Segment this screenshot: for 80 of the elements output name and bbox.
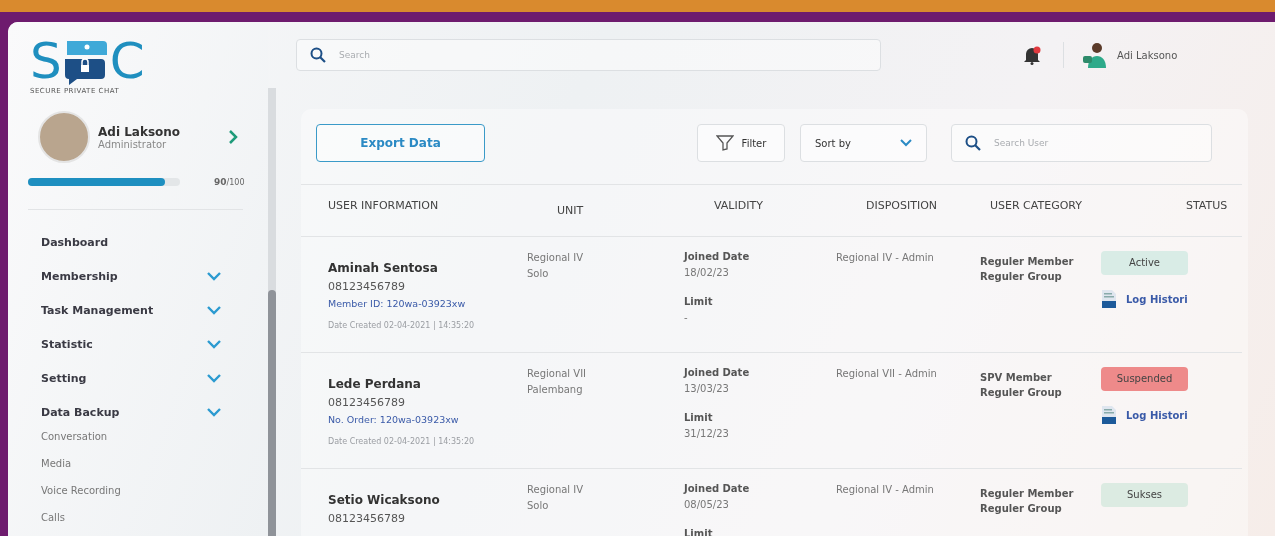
disposition-text: Regional IV - Admin <box>836 483 935 497</box>
user-name-text: Setio Wicaksono <box>328 493 441 507</box>
log-history-link[interactable]: Log Histori <box>1101 289 1242 309</box>
profile-role: Administrator <box>98 138 168 150</box>
sort-dropdown[interactable]: Sort by <box>800 124 927 162</box>
funnel-icon <box>715 135 734 151</box>
phone-text: 08123456789 <box>328 512 406 525</box>
logo-letter: S <box>30 36 62 86</box>
user-name-text: Aminah Sentosa <box>328 261 439 275</box>
column-header: STATUS <box>1185 198 1229 214</box>
chevron-down-icon <box>900 139 912 147</box>
unit-text: Regional IV <box>527 483 585 497</box>
sidebar-item[interactable]: Setting <box>28 361 221 395</box>
category-text: Reguler Group <box>980 386 1063 400</box>
sidebar-item[interactable]: Task Management <box>28 293 221 327</box>
log-history-link[interactable]: Log Histori <box>1101 405 1242 425</box>
user-name[interactable]: Adi Laksono <box>1117 49 1178 61</box>
phone-text: 08123456789 <box>328 280 406 293</box>
limit-value: - <box>684 311 689 325</box>
member-id-text: No. Order: 120wa-03923xw <box>328 414 460 425</box>
category-text: Reguler Group <box>980 270 1063 284</box>
chevron-down-icon <box>207 339 221 349</box>
column-header: DISPOSITION <box>866 198 939 214</box>
unit-text: Regional IV <box>527 251 585 265</box>
user-name-text: Lede Perdana <box>328 377 422 391</box>
limit-label: Limit <box>684 295 714 309</box>
unit-text: Palembang <box>527 383 584 397</box>
unit-text: Solo <box>527 267 550 281</box>
search-icon <box>310 47 326 63</box>
search-icon <box>965 135 981 151</box>
disposition-text: Regional IV - Admin <box>836 251 935 265</box>
sidebar-item[interactable]: Membership <box>28 259 221 293</box>
joined-date-label: Joined Date <box>684 366 751 380</box>
chevron-down-icon <box>207 305 221 315</box>
unit-text: Regional VII <box>527 367 588 381</box>
column-header: VALIDITY <box>714 198 764 214</box>
export-data-button[interactable]: Export Data <box>316 124 485 162</box>
column-header: USER INFORMATION <box>328 198 440 214</box>
joined-date-value: 08/05/23 <box>684 498 730 512</box>
joined-date-value: 18/02/23 <box>684 266 730 280</box>
date-created-text: Date Created 02-04-2021 | 14:35:20 <box>328 437 476 446</box>
column-header: UNIT <box>557 203 585 219</box>
chevron-right-icon[interactable] <box>228 129 238 145</box>
status-badge: Sukses <box>1101 483 1188 507</box>
status-badge: Active <box>1101 251 1188 275</box>
document-icon <box>1101 289 1117 309</box>
chevron-down-icon <box>207 407 221 417</box>
bell-icon[interactable] <box>1023 45 1041 65</box>
sidebar-item[interactable]: Dashboard <box>28 225 221 259</box>
avatar-photo-placeholder <box>38 111 90 163</box>
logo-letter: C <box>109 36 145 86</box>
limit-value: 31/12/23 <box>684 427 730 441</box>
sidebar-subitem[interactable]: Media <box>28 450 268 477</box>
scrollbar-thumb[interactable] <box>268 290 276 536</box>
phone-text: 08123456789 <box>328 396 406 409</box>
sidebar-subitem[interactable]: Calls <box>28 504 268 531</box>
sidebar-subitem[interactable]: Voice Recording <box>28 477 268 504</box>
score-text: 90/100 <box>214 177 245 187</box>
unit-text: Solo <box>527 499 550 513</box>
filter-button[interactable]: Filter <box>697 124 785 162</box>
joined-date-label: Joined Date <box>684 250 751 264</box>
category-text: Reguler Member <box>980 255 1075 269</box>
search-user-field[interactable]: Search User <box>951 124 1212 162</box>
joined-date-label: Joined Date <box>684 482 751 496</box>
joined-date-value: 13/03/23 <box>684 382 730 396</box>
document-icon <box>1101 405 1117 425</box>
category-text: Reguler Group <box>980 502 1063 516</box>
column-header: USER CATEGORY <box>990 198 1083 214</box>
category-text: Reguler Member <box>980 487 1075 501</box>
status-badge: Suspended <box>1101 367 1188 391</box>
search-field[interactable]: Search <box>296 39 881 71</box>
member-id-text: Member ID: 120wa-03923xw <box>328 298 467 309</box>
chevron-down-icon <box>207 271 221 281</box>
date-created-text: Date Created 02-04-2021 | 14:35:20 <box>328 321 476 330</box>
chevron-down-icon <box>207 373 221 383</box>
sidebar-item[interactable]: Statistic <box>28 327 221 361</box>
category-text: SPV Member <box>980 371 1053 385</box>
profile-name: Adi Laksono <box>98 124 182 139</box>
disposition-text: Regional VII - Admin <box>836 367 938 381</box>
limit-label: Limit <box>684 411 714 425</box>
